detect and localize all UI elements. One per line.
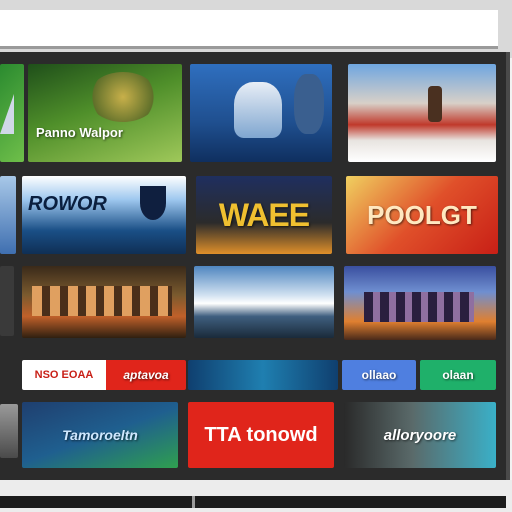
media-tile[interactable] bbox=[348, 64, 496, 162]
search-input[interactable] bbox=[0, 10, 498, 49]
tile-title: TTA tonowd bbox=[204, 424, 318, 446]
media-tile[interactable]: Panno Walpor bbox=[28, 64, 182, 162]
media-tile[interactable] bbox=[344, 266, 496, 340]
logo-icon bbox=[0, 94, 14, 134]
media-tile[interactable] bbox=[0, 176, 16, 254]
shield-icon bbox=[140, 186, 166, 220]
tile-title: ROWOR bbox=[28, 193, 107, 215]
media-tile[interactable] bbox=[0, 266, 14, 336]
media-tile[interactable] bbox=[0, 404, 18, 458]
crowd-art bbox=[32, 286, 172, 316]
tile-title: NSO EOAA bbox=[34, 368, 94, 381]
media-tile[interactable]: ollaao bbox=[342, 360, 416, 390]
media-tile[interactable] bbox=[190, 64, 332, 162]
media-tile[interactable]: POOLGT bbox=[346, 176, 498, 254]
tile-title: ollaao bbox=[361, 368, 397, 382]
media-tile[interactable] bbox=[22, 266, 186, 338]
tile-title: olaan bbox=[442, 368, 474, 382]
media-tile[interactable]: ROWOR bbox=[22, 176, 186, 254]
figure-silhouette bbox=[428, 86, 442, 122]
top-bar bbox=[0, 0, 512, 58]
media-tile[interactable] bbox=[188, 360, 338, 390]
tile-title: POOLGT bbox=[367, 200, 477, 230]
media-tile[interactable]: WAEE bbox=[196, 176, 332, 254]
media-tile[interactable]: aptavoa bbox=[106, 360, 186, 390]
tile-title: WAEE bbox=[218, 197, 310, 233]
character-art bbox=[234, 82, 282, 138]
tile-title: Panno Walpor bbox=[36, 125, 123, 140]
media-tile[interactable]: NSO EOAA bbox=[22, 360, 106, 390]
media-grid: Panno Walpor ROWOR WAEE POOLGT NSO EOAA … bbox=[0, 52, 510, 480]
media-tile[interactable]: Tamoroeltn bbox=[22, 402, 178, 468]
character-art bbox=[294, 74, 324, 134]
media-tile[interactable]: alloryoore bbox=[344, 402, 496, 468]
media-tile[interactable] bbox=[194, 266, 334, 338]
scrollbar-track[interactable] bbox=[0, 496, 506, 508]
crowd-art bbox=[364, 292, 474, 322]
media-tile[interactable]: olaan bbox=[420, 360, 496, 390]
divider bbox=[192, 496, 195, 508]
media-tile[interactable]: TTA tonowd bbox=[188, 402, 334, 468]
character-art bbox=[88, 72, 158, 122]
tile-title: Tamoroeltn bbox=[62, 427, 138, 443]
media-tile[interactable] bbox=[0, 64, 24, 162]
tile-title: alloryoore bbox=[383, 426, 457, 444]
tile-title: aptavoa bbox=[123, 368, 169, 382]
